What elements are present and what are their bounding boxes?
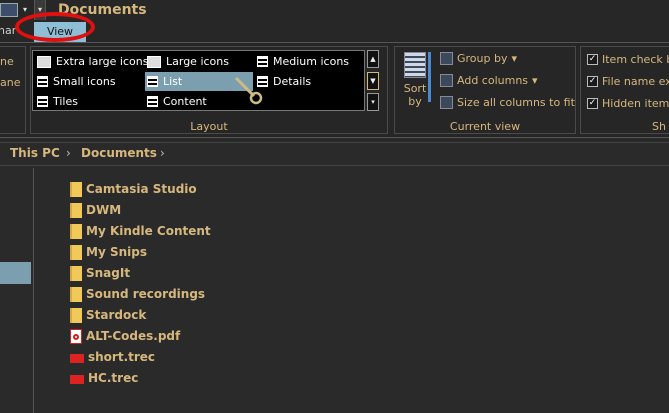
size-all-columns-button[interactable]: Size all columns to fit bbox=[440, 96, 575, 109]
ribbon-tab-row bbox=[0, 20, 669, 42]
breadcrumb-documents[interactable]: Documents bbox=[81, 146, 157, 160]
file-name-extensions-toggle[interactable]: ✓ File name ex bbox=[587, 75, 669, 88]
pane-item-fragment[interactable]: ne bbox=[0, 55, 14, 68]
quick-access-properties-icon[interactable] bbox=[0, 3, 18, 17]
medium-icons-icon bbox=[257, 56, 268, 67]
list-item[interactable]: SnagIt bbox=[70, 263, 130, 283]
list-item[interactable]: My Kindle Content bbox=[70, 221, 211, 241]
layout-gallery: Extra large icons Large icons Medium ico… bbox=[32, 50, 365, 111]
highlight-circle-annotation bbox=[15, 12, 95, 42]
navigation-pane-divider[interactable] bbox=[33, 168, 34, 413]
sort-by-button[interactable]: Sort by bbox=[400, 50, 430, 114]
navigation-pane-selected-item[interactable] bbox=[0, 262, 31, 284]
sort-icon bbox=[404, 52, 426, 78]
folder-icon bbox=[70, 265, 82, 281]
hidden-items-toggle[interactable]: ✓ Hidden item bbox=[587, 97, 669, 110]
pdf-file-icon bbox=[70, 328, 82, 344]
layout-gallery-scroller: ▲ ▼ ▾ bbox=[367, 50, 379, 111]
layout-group-label: Layout bbox=[190, 120, 228, 133]
layout-large-icons[interactable]: Large icons bbox=[147, 52, 229, 71]
chevron-down-icon: ▾ bbox=[532, 74, 538, 87]
layout-details[interactable]: Details bbox=[257, 72, 311, 91]
group-by-icon bbox=[440, 52, 453, 65]
gallery-scroll-up-button[interactable]: ▲ bbox=[367, 50, 379, 68]
layout-extra-large-icons[interactable]: Extra large icons bbox=[37, 52, 148, 71]
add-columns-icon bbox=[440, 74, 453, 87]
breadcrumb-this-pc[interactable]: This PC bbox=[10, 146, 60, 160]
pointer-pin-icon bbox=[234, 76, 263, 105]
list-item[interactable]: Stardock bbox=[70, 305, 146, 325]
list-item[interactable]: short.trec bbox=[70, 347, 155, 367]
checkbox-checked[interactable]: ✓ bbox=[587, 54, 598, 65]
size-columns-icon bbox=[440, 96, 453, 109]
extra-large-icons-icon bbox=[37, 55, 51, 68]
trec-file-icon bbox=[70, 353, 84, 363]
layout-small-icons[interactable]: Small icons bbox=[37, 72, 116, 91]
list-icon bbox=[147, 76, 158, 87]
sort-accent bbox=[428, 52, 431, 102]
list-item[interactable]: Camtasia Studio bbox=[70, 179, 197, 199]
folder-icon bbox=[70, 286, 82, 302]
content-icon bbox=[147, 96, 158, 107]
pane-item-fragment[interactable]: ane bbox=[0, 76, 20, 89]
checkbox-checked[interactable]: ✓ bbox=[587, 98, 598, 109]
small-icons-icon bbox=[37, 76, 48, 87]
gallery-scroll-down-button[interactable]: ▼ bbox=[367, 72, 379, 90]
folder-icon bbox=[70, 244, 82, 260]
gallery-expand-button[interactable]: ▾ bbox=[367, 93, 379, 111]
folder-icon bbox=[70, 181, 82, 197]
folder-icon bbox=[70, 223, 82, 239]
add-columns-button[interactable]: Add columns ▾ bbox=[440, 74, 538, 87]
list-item[interactable]: DWM bbox=[70, 200, 121, 220]
trec-file-icon bbox=[70, 374, 84, 384]
folder-icon bbox=[70, 307, 82, 323]
list-item[interactable]: Sound recordings bbox=[70, 284, 205, 304]
list-item[interactable]: HC.trec bbox=[70, 368, 138, 388]
current-view-group-label: Current view bbox=[449, 120, 521, 133]
chevron-down-icon: ▾ bbox=[511, 52, 518, 65]
list-item[interactable]: ALT-Codes.pdf bbox=[70, 326, 180, 346]
tiles-icon bbox=[37, 96, 48, 107]
layout-medium-icons[interactable]: Medium icons bbox=[257, 52, 349, 71]
item-check-boxes-toggle[interactable]: ✓ Item check b bbox=[587, 53, 669, 66]
breadcrumb-chevron-icon[interactable]: › bbox=[66, 146, 71, 160]
layout-tiles[interactable]: Tiles bbox=[37, 92, 78, 111]
show-hide-group-label: Sh bbox=[652, 120, 666, 133]
tab-share-fragment[interactable]: nar bbox=[0, 24, 16, 37]
layout-content[interactable]: Content bbox=[147, 92, 207, 111]
list-item[interactable]: My Snips bbox=[70, 242, 147, 262]
large-icons-icon bbox=[147, 55, 161, 68]
folder-icon bbox=[70, 202, 82, 218]
group-by-button[interactable]: Group by ▾ bbox=[440, 52, 517, 65]
checkbox-checked[interactable]: ✓ bbox=[587, 76, 598, 87]
breadcrumb-chevron-icon[interactable]: › bbox=[160, 146, 165, 160]
